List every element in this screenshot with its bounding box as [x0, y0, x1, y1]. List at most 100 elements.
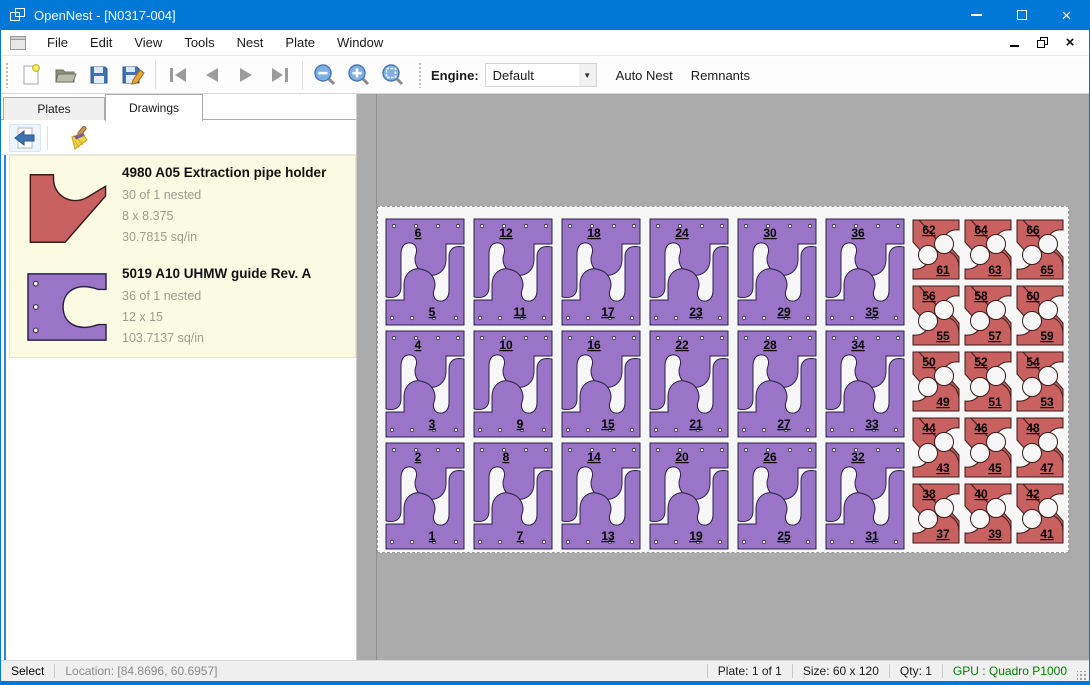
first-plate-button[interactable] [161, 60, 195, 90]
main-toolbar: Engine: Default ▼ Auto Nest Remnants [1, 57, 1089, 94]
circular-cutout [1039, 301, 1058, 320]
clean-button[interactable] [62, 124, 94, 152]
part-number: 26 [763, 450, 777, 464]
circular-cutout [919, 378, 938, 397]
drill-hole [806, 428, 809, 431]
minimize-button[interactable] [954, 0, 999, 30]
drill-hole [456, 336, 459, 339]
part-number: 22 [675, 338, 689, 352]
circular-cutout [1023, 510, 1042, 529]
save-as-icon [121, 64, 145, 86]
drill-hole [630, 428, 633, 431]
part-number: 55 [936, 329, 950, 343]
part-number: 63 [988, 263, 1002, 277]
tab-strip: Plates Drawings [1, 94, 356, 120]
mdi-minimize-button[interactable] [1007, 36, 1021, 50]
document-window-icon[interactable] [10, 36, 26, 50]
nest-pair-purple: 1615 [562, 331, 640, 437]
drill-hole [410, 540, 413, 543]
drill-hole [788, 336, 791, 339]
nest-canvas[interactable]: 6543211211109871817161514132423222120193… [357, 94, 1089, 660]
drawing-item[interactable]: 4980 A05 Extraction pipe holder 30 of 1 … [10, 156, 355, 257]
tab-drawings[interactable]: Drawings [105, 94, 203, 121]
status-size: Size: 60 x 120 [793, 664, 889, 678]
drill-hole [544, 224, 547, 227]
next-arrow-icon [236, 66, 256, 84]
auto-nest-button[interactable]: Auto Nest [607, 62, 682, 89]
drawing-size: 8 x 8.375 [122, 206, 326, 227]
nest-pair-red: 5655 [913, 286, 959, 345]
minimize-icon [971, 14, 982, 16]
toolbar-gripper[interactable] [5, 62, 10, 88]
zoom-in-button[interactable] [342, 60, 376, 90]
part-number: 10 [499, 338, 513, 352]
menu-plate[interactable]: Plate [274, 30, 326, 55]
nest-pair-purple: 2827 [738, 331, 816, 437]
last-plate-button[interactable] [263, 60, 297, 90]
drill-hole [744, 224, 747, 227]
menu-view[interactable]: View [123, 30, 173, 55]
drill-hole [478, 540, 481, 543]
drill-hole [542, 540, 545, 543]
circular-cutout [1039, 235, 1058, 254]
drill-hole [742, 540, 745, 543]
new-button[interactable] [14, 60, 48, 90]
menu-tools[interactable]: Tools [173, 30, 225, 55]
remnants-button[interactable]: Remnants [682, 62, 759, 89]
send-to-drawings-button[interactable] [9, 124, 41, 152]
drill-hole [436, 224, 439, 227]
circular-cutout [1039, 499, 1058, 518]
drill-hole [894, 316, 897, 319]
drawing-item[interactable]: 5019 A10 UHMW guide Rev. A 36 of 1 neste… [10, 257, 355, 357]
mdi-restore-button[interactable] [1035, 36, 1049, 50]
previous-plate-button[interactable] [195, 60, 229, 90]
nest-pair-red: 6261 [913, 220, 959, 279]
menu-edit[interactable]: Edit [79, 30, 123, 55]
part-number: 8 [503, 450, 510, 464]
open-folder-icon [53, 64, 77, 86]
drill-hole [700, 448, 703, 451]
engine-select[interactable]: Default ▼ [485, 63, 597, 87]
menu-window[interactable]: Window [326, 30, 394, 55]
tab-plates[interactable]: Plates [3, 97, 105, 120]
toolbar-gripper[interactable] [418, 62, 423, 88]
mdi-close-button[interactable]: × [1063, 36, 1077, 50]
plate[interactable]: 6543211211109871817161514132423222120193… [377, 206, 1069, 553]
circular-cutout [919, 510, 938, 529]
open-button[interactable] [48, 60, 82, 90]
zoom-out-button[interactable] [308, 60, 342, 90]
part-number: 11 [514, 305, 527, 319]
save-icon [88, 64, 110, 86]
menu-file[interactable]: File [36, 30, 79, 55]
zoom-out-icon [313, 63, 337, 87]
drill-hole [656, 336, 659, 339]
save-as-button[interactable] [116, 60, 150, 90]
next-plate-button[interactable] [229, 60, 263, 90]
part-number: 57 [988, 329, 1002, 343]
nest-pair-purple: 3029 [738, 219, 816, 325]
part-number: 53 [1040, 395, 1054, 409]
zoom-fit-button[interactable] [376, 60, 410, 90]
drill-hole [454, 540, 457, 543]
drill-hole [586, 428, 589, 431]
maximize-button[interactable] [999, 0, 1044, 30]
drill-hole [568, 224, 571, 227]
save-button[interactable] [82, 60, 116, 90]
drill-hole [612, 336, 615, 339]
circular-cutout [971, 312, 990, 331]
window-title: OpenNest - [N0317-004] [34, 8, 176, 23]
status-bar: Select Location: [84.8696, 60.6957] Plat… [1, 660, 1089, 681]
part-number: 12 [499, 226, 513, 240]
drill-hole [808, 224, 811, 227]
circular-cutout [1023, 312, 1042, 331]
menu-nest[interactable]: Nest [226, 30, 275, 55]
part-number: 20 [675, 450, 689, 464]
drill-hole [788, 448, 791, 451]
part-number: 48 [1026, 421, 1040, 435]
drill-hole [392, 448, 395, 451]
part-number: 50 [922, 355, 936, 369]
nest-pair-purple: 65 [386, 219, 464, 325]
close-button[interactable]: × [1044, 0, 1089, 30]
resize-grip[interactable] [1077, 671, 1087, 681]
drill-hole [654, 316, 657, 319]
